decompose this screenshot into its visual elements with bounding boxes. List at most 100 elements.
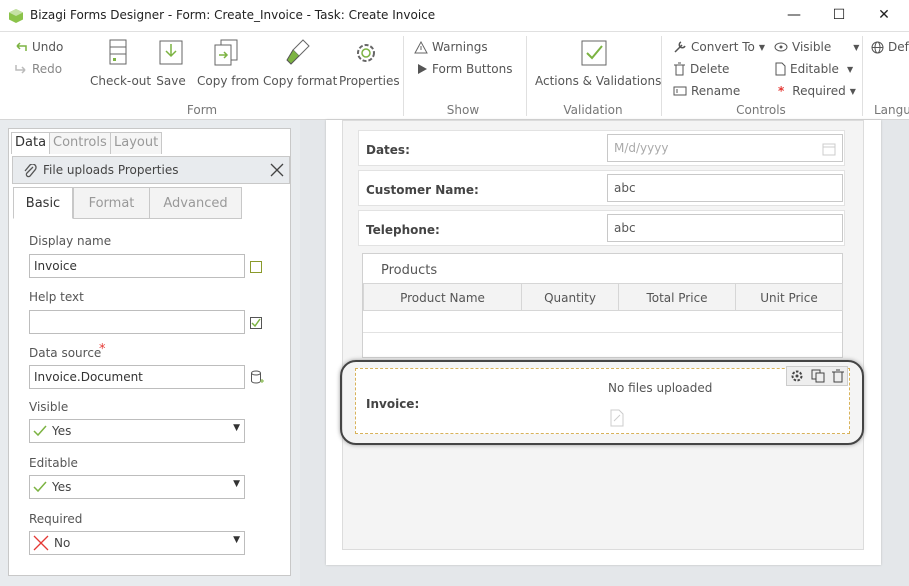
- ribbon-separator: [661, 36, 662, 116]
- window-title: Bizagi Forms Designer - Form: Create_Inv…: [30, 8, 436, 22]
- visible-select[interactable]: Yes ▼: [29, 419, 245, 443]
- help-text-input[interactable]: [29, 310, 245, 334]
- default-language-button[interactable]: Def: [871, 40, 909, 54]
- group-label-validation: Validation: [563, 103, 623, 117]
- gear-icon[interactable]: [790, 369, 804, 383]
- close-icon[interactable]: [270, 163, 284, 177]
- title-bar: Bizagi Forms Designer - Form: Create_Inv…: [0, 0, 909, 32]
- delete-button[interactable]: Delete: [673, 62, 729, 76]
- rename-label: Rename: [691, 84, 741, 98]
- tab-basic[interactable]: Basic: [13, 187, 73, 219]
- check-icon: [33, 481, 47, 493]
- telephone-input[interactable]: abc: [607, 214, 843, 242]
- checkbox-unchecked-icon[interactable]: [250, 261, 262, 273]
- eye-icon: [774, 42, 788, 52]
- data-source-input[interactable]: Invoice.Document: [29, 365, 245, 389]
- chevron-down-icon: ▼: [758, 42, 766, 52]
- actions-validations-label: Actions & Validations: [535, 74, 662, 88]
- checkout-button[interactable]: Check-out: [90, 38, 151, 88]
- asterisk-icon: *: [778, 84, 785, 98]
- telephone-label: Telephone:: [366, 223, 440, 237]
- brush-icon: [286, 39, 310, 65]
- redo-button[interactable]: Redo: [14, 62, 62, 76]
- required-field-label: Required: [29, 512, 83, 526]
- display-name-input[interactable]: Invoice: [29, 254, 245, 278]
- database-icon[interactable]: [250, 370, 264, 385]
- paperclip-icon: [24, 164, 37, 178]
- properties-title: File uploads Properties: [43, 163, 179, 177]
- minimize-button[interactable]: —: [771, 0, 817, 32]
- ribbon-separator: [403, 36, 404, 116]
- play-icon: [418, 64, 427, 74]
- copy-icon[interactable]: [811, 369, 825, 383]
- tab-format[interactable]: Format: [73, 187, 150, 219]
- actions-validations-button[interactable]: Actions & Validations: [535, 38, 661, 88]
- default-label: Def: [888, 40, 909, 54]
- warnings-button[interactable]: Warnings: [414, 40, 488, 54]
- maximize-button[interactable]: ☐: [816, 0, 862, 32]
- editable-select[interactable]: Yes ▼: [29, 475, 245, 499]
- undo-button[interactable]: Undo: [14, 40, 63, 54]
- customer-name-row[interactable]: Customer Name: abc: [358, 170, 845, 206]
- table-row[interactable]: [363, 311, 842, 333]
- dates-placeholder: M/d/yyyy: [614, 141, 669, 155]
- tab-controls[interactable]: Controls: [49, 132, 111, 154]
- visible-select-value: Yes: [52, 424, 72, 438]
- dates-input[interactable]: M/d/yyyy: [607, 134, 843, 162]
- customer-name-label: Customer Name:: [366, 183, 479, 197]
- help-text-label: Help text: [29, 290, 84, 304]
- ribbon-separator: [862, 36, 863, 116]
- save-button[interactable]: Save: [156, 38, 186, 88]
- rename-icon: [673, 86, 687, 96]
- server-icon: [109, 39, 127, 65]
- column-header[interactable]: Quantity: [521, 283, 619, 311]
- telephone-row[interactable]: Telephone: abc: [358, 210, 845, 246]
- tab-layout[interactable]: Layout: [110, 132, 163, 154]
- editable-button[interactable]: Editable ▼: [774, 62, 853, 76]
- copy-from-icon: [214, 39, 238, 66]
- required-label: Required: [792, 84, 846, 98]
- tab-advanced[interactable]: Advanced: [149, 187, 242, 219]
- x-icon: [33, 535, 49, 551]
- visible-button[interactable]: Visible ▼: [774, 40, 859, 54]
- required-select[interactable]: No ▼: [29, 531, 245, 555]
- visible-field-label: Visible: [29, 400, 69, 414]
- required-button[interactable]: * Required ▼: [778, 84, 856, 98]
- editable-select-value: Yes: [52, 480, 72, 494]
- tab-data[interactable]: Data: [11, 132, 51, 154]
- copy-format-button[interactable]: Copy format: [263, 38, 337, 88]
- customer-name-input[interactable]: abc: [607, 174, 843, 202]
- chevron-down-icon: ▼: [846, 64, 854, 74]
- ribbon-separator: [526, 36, 527, 116]
- column-header[interactable]: Unit Price: [735, 283, 843, 311]
- properties-button[interactable]: Properties: [339, 38, 400, 88]
- copy-from-button[interactable]: Copy from: [197, 38, 259, 88]
- checkbox-checked-icon[interactable]: [250, 317, 262, 329]
- convert-to-label: Convert To: [691, 40, 755, 54]
- column-header[interactable]: Product Name: [363, 283, 522, 311]
- redo-label: Redo: [32, 62, 63, 76]
- properties-header: File uploads Properties: [12, 156, 290, 184]
- convert-to-button[interactable]: Convert To ▼: [673, 40, 765, 54]
- bizagi-logo-icon: [9, 9, 23, 23]
- dates-row[interactable]: Dates: M/d/yyyy: [358, 130, 845, 166]
- copy-format-label: Copy format: [263, 74, 338, 88]
- check-icon: [33, 425, 47, 437]
- close-button[interactable]: ✕: [861, 0, 907, 32]
- dropdown-arrow-icon: ▼: [233, 479, 240, 489]
- data-source-label: Data source: [29, 346, 102, 360]
- calendar-icon[interactable]: [822, 142, 836, 156]
- column-header[interactable]: Total Price: [618, 283, 736, 311]
- products-grid[interactable]: Products Product Name Quantity Total Pri…: [362, 253, 843, 358]
- trash-icon[interactable]: [831, 369, 844, 383]
- rename-button[interactable]: Rename: [673, 84, 740, 98]
- editable-field-label: Editable: [29, 456, 78, 470]
- form-buttons-button[interactable]: Form Buttons: [416, 62, 513, 76]
- chevron-down-icon: ▼: [853, 42, 860, 52]
- save-label: Save: [156, 74, 186, 88]
- checkbox-check-icon: [581, 40, 607, 66]
- delete-label: Delete: [690, 62, 730, 76]
- undo-label: Undo: [32, 40, 64, 54]
- gear-icon: [357, 44, 375, 62]
- ribbon: Undo Redo Check-out Save Copy from Copy …: [0, 32, 909, 120]
